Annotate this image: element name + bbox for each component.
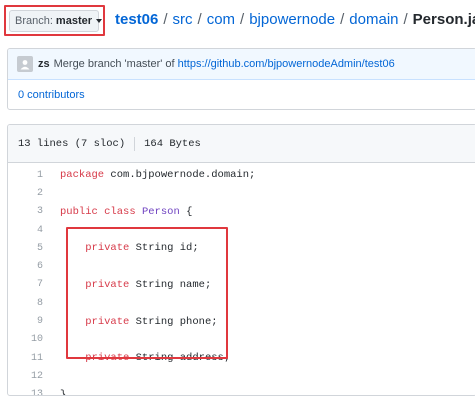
code-line: 5 private String id;	[8, 239, 475, 257]
code-text: private String id;	[43, 242, 199, 255]
commit-message: Merge branch 'master' of	[53, 58, 175, 70]
code-keyword: private	[85, 315, 130, 328]
code-text: }	[43, 388, 67, 396]
line-number[interactable]: 7	[8, 279, 43, 290]
code-text: public class Person {	[43, 206, 192, 218]
breadcrumb-link-domain[interactable]: domain	[349, 11, 398, 28]
code-line: 11 private String address;	[8, 349, 475, 367]
line-number[interactable]: 3	[8, 206, 43, 217]
code-line: 3 public class Person {	[8, 203, 475, 221]
breadcrumb: test06 / src / com / bjpowernode / domai…	[115, 11, 475, 28]
breadcrumb-link-src[interactable]: src	[173, 11, 193, 28]
code-listing: 1 package com.bjpowernode.domain; 2 3 public…	[8, 163, 475, 396]
commit-author[interactable]: zs	[38, 58, 50, 70]
code-line: 2	[8, 184, 475, 202]
line-number[interactable]: 5	[8, 243, 43, 254]
code-keyword: package	[60, 169, 105, 182]
breadcrumb-link-com[interactable]: com	[207, 11, 235, 28]
branch-value: master	[55, 15, 92, 27]
code-text: private String name;	[43, 279, 211, 291]
breadcrumb-separator: /	[163, 11, 168, 28]
file-info-header: 13 lines (7 sloc) 164 Bytes	[8, 125, 475, 163]
line-number[interactable]: 9	[8, 316, 43, 327]
code-token: String address;	[129, 352, 231, 365]
code-token: String phone;	[129, 315, 218, 328]
file-lines-count: 13 lines (7 sloc)	[18, 137, 126, 150]
code-text: private String phone;	[43, 315, 218, 328]
code-line: 4	[8, 221, 475, 239]
line-number[interactable]: 13	[8, 389, 43, 395]
line-number[interactable]: 11	[8, 353, 43, 364]
code-line: 9 private String phone;	[8, 312, 475, 330]
caret-down-icon	[96, 19, 102, 23]
code-token: com.bjpowernode.domain;	[104, 169, 256, 182]
code-line: 8	[8, 294, 475, 312]
line-number[interactable]: 12	[8, 371, 43, 382]
line-number[interactable]: 1	[8, 170, 43, 181]
code-keyword: private	[85, 352, 130, 365]
branch-select-button[interactable]: Branch: master	[9, 10, 102, 32]
code-token: {	[179, 205, 193, 218]
code-keyword: private	[85, 278, 130, 291]
contributors-link[interactable]: 0 contributors	[18, 89, 85, 101]
breadcrumb-separator: /	[197, 11, 202, 28]
breadcrumb-repo-link[interactable]: test06	[115, 11, 158, 28]
code-text: private String address;	[43, 352, 230, 364]
code-line: 1 package com.bjpowernode.domain;	[8, 166, 475, 184]
code-class-name: Person	[141, 205, 180, 218]
commit-tease: zs Merge branch 'master' of https://gith…	[7, 48, 475, 110]
line-number[interactable]: 8	[8, 298, 43, 309]
branch-label: Branch:	[15, 15, 53, 27]
code-keyword: private	[85, 242, 130, 255]
code-line: 10	[8, 331, 475, 349]
code-text: package com.bjpowernode.domain;	[43, 169, 255, 181]
code-keyword: public	[60, 205, 98, 218]
line-number[interactable]: 2	[8, 188, 43, 199]
code-keyword: class	[104, 205, 136, 218]
file-navigation: Branch: master test06 / src / com / bjpo…	[0, 0, 475, 44]
file-info-divider	[134, 136, 136, 151]
breadcrumb-separator: /	[340, 11, 345, 28]
latest-commit-row: zs Merge branch 'master' of https://gith…	[8, 49, 475, 80]
breadcrumb-filename: Person.java	[412, 11, 475, 28]
file-size: 164 Bytes	[144, 137, 201, 150]
breadcrumb-separator: /	[403, 11, 408, 28]
line-number[interactable]: 6	[8, 261, 43, 272]
code-line: 13}	[8, 386, 475, 396]
breadcrumb-link-bjpowernode[interactable]: bjpowernode	[249, 11, 335, 28]
code-line: 6	[8, 257, 475, 275]
file-viewer: 13 lines (7 sloc) 164 Bytes 1 package com…	[7, 124, 475, 396]
code-line: 7 private String name;	[8, 276, 475, 294]
breadcrumb-separator: /	[240, 11, 245, 28]
code-line: 12	[8, 367, 475, 385]
code-token: }	[60, 388, 67, 396]
code-token: String name;	[129, 278, 212, 291]
code-token: String id;	[129, 242, 199, 255]
avatar-icon[interactable]	[17, 56, 33, 72]
line-number[interactable]: 4	[8, 225, 43, 236]
line-number[interactable]: 10	[8, 334, 43, 345]
contributors-row: 0 contributors	[8, 80, 475, 109]
commit-message-link[interactable]: https://github.com/bjpowernodeAdmin/test…	[178, 58, 395, 70]
